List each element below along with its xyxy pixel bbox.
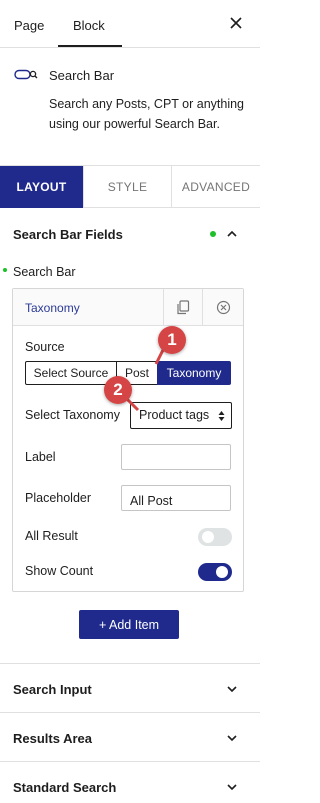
panel-standard-search[interactable]: Standard Search — [0, 761, 260, 803]
repeater-item-title: Taxonomy — [25, 301, 80, 315]
add-item-button[interactable]: + Add Item — [79, 610, 179, 639]
status-dot — [210, 231, 216, 237]
panel-title: Search Input — [13, 682, 92, 697]
repeater-item: Taxonomy — [12, 288, 244, 592]
show-count-label: Show Count — [25, 564, 94, 578]
show-count-toggle[interactable] — [198, 563, 232, 581]
tab-layout[interactable]: LAYOUT — [0, 166, 84, 208]
panel-search-input[interactable]: Search Input — [0, 663, 260, 712]
search-bar-block-icon — [14, 69, 38, 80]
select-taxonomy-label: Select Taxonomy — [25, 408, 120, 422]
panel-search-bar-fields[interactable]: Search Bar Fields — [0, 208, 260, 260]
tab-page[interactable]: Page — [14, 18, 44, 33]
status-dot — [3, 268, 7, 272]
copy-icon[interactable] — [176, 300, 190, 315]
panel-results-area[interactable]: Results Area — [0, 712, 260, 761]
block-card: Search Bar Search any Posts, CPT or anyt… — [0, 48, 260, 166]
panel-title: Standard Search — [13, 780, 117, 795]
annotation-badge: 1 — [158, 326, 186, 354]
block-description: Search any Posts, CPT or anything using … — [49, 97, 245, 131]
panel-title: Search Bar Fields — [13, 227, 123, 242]
repeater-item-header[interactable]: Taxonomy — [13, 289, 243, 326]
mode-tabs: LAYOUT STYLE ADVANCED — [0, 166, 260, 208]
fields-group-label: Search Bar — [13, 265, 76, 279]
annotation-badge: 2 — [104, 376, 132, 404]
tab-block[interactable]: Block — [73, 18, 105, 33]
source-label: Source — [25, 340, 65, 354]
active-tab-indicator — [58, 45, 122, 47]
block-title: Search Bar — [49, 68, 115, 83]
placeholder-input[interactable] — [121, 485, 231, 511]
close-icon[interactable] — [228, 15, 244, 31]
all-result-toggle[interactable] — [198, 528, 232, 546]
all-result-label: All Result — [25, 529, 78, 543]
sidebar-tabs: Page Block — [0, 0, 260, 48]
chevron-up-icon — [227, 230, 237, 237]
taxonomy-select-value: Product tags — [139, 408, 210, 422]
label-field-label: Label — [25, 450, 56, 464]
chevron-down-icon — [227, 784, 237, 791]
panel-title: Results Area — [13, 731, 92, 746]
placeholder-field-label: Placeholder — [25, 491, 92, 505]
remove-circle-icon[interactable] — [216, 300, 231, 315]
up-down-arrows-icon — [218, 410, 225, 422]
chevron-down-icon — [227, 735, 237, 742]
source-option-select-source[interactable]: Select Source — [25, 361, 117, 385]
tab-style[interactable]: STYLE — [84, 166, 172, 208]
tab-advanced[interactable]: ADVANCED — [172, 166, 260, 208]
taxonomy-select[interactable]: Product tags — [130, 402, 232, 429]
chevron-down-icon — [227, 686, 237, 693]
label-input[interactable] — [121, 444, 231, 470]
